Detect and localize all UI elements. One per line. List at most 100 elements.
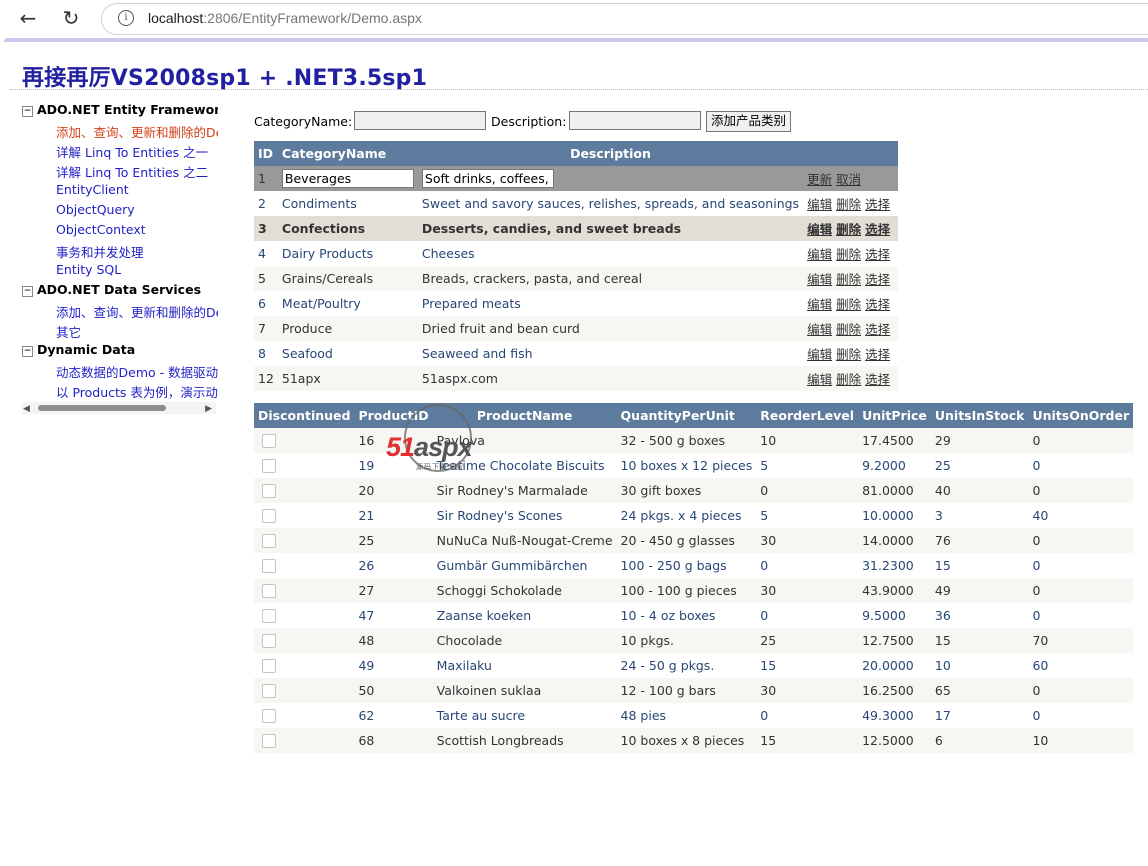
unit-price-cell: 9.2000: [858, 453, 931, 478]
product-id-cell: 19: [354, 453, 433, 478]
products-grid: Discontinued ProductID ProductName Quant…: [254, 403, 1134, 753]
collapse-icon[interactable]: −: [22, 346, 33, 357]
delete-link[interactable]: 删除: [836, 222, 861, 237]
tree-link-services-crud[interactable]: 添加、查询、更新和删除的Demo: [56, 302, 218, 321]
scroll-left-icon[interactable]: ◀: [23, 404, 30, 414]
delete-link[interactable]: 删除: [836, 347, 861, 362]
delete-link[interactable]: 删除: [836, 297, 861, 312]
discontinued-checkbox: [262, 509, 276, 524]
tree-link-linq-2[interactable]: 详解 Linq To Entities 之二: [56, 162, 208, 181]
quantity-per-unit-cell: 30 gift boxes: [616, 478, 757, 503]
delete-link[interactable]: 删除: [836, 197, 861, 212]
category-command-cell: 编辑 删除 选择: [803, 316, 899, 341]
discontinued-cell: [254, 528, 355, 553]
category-description-cell: Dried fruit and bean curd: [417, 316, 804, 341]
update-link[interactable]: 更新: [807, 172, 832, 187]
select-link[interactable]: 选择: [865, 197, 890, 212]
select-link[interactable]: 选择: [865, 247, 890, 262]
units-in-stock-cell: 17: [930, 703, 1029, 728]
tree-link-entityclient[interactable]: EntityClient: [56, 182, 129, 197]
discontinued-checkbox: [262, 684, 276, 699]
tree-link-dynamic-demo[interactable]: 动态数据的Demo - 数据驱动的Web应用程序: [56, 362, 218, 381]
tree-link-transactions[interactable]: 事务和并发处理: [56, 242, 144, 261]
delete-link[interactable]: 删除: [836, 372, 861, 387]
discontinued-cell: [254, 678, 355, 703]
discontinued-checkbox: [262, 434, 276, 449]
edit-link[interactable]: 编辑: [807, 347, 832, 362]
edit-link[interactable]: 编辑: [807, 322, 832, 337]
category-id-cell: 6: [254, 291, 278, 316]
address-bar[interactable]: i localhost:2806/EntityFramework/Demo.as…: [101, 3, 1148, 35]
edit-link[interactable]: 编辑: [807, 197, 832, 212]
category-name-input[interactable]: [354, 111, 486, 130]
reload-icon[interactable]: ↻: [58, 6, 84, 32]
delete-link[interactable]: 删除: [836, 322, 861, 337]
tree-node-dynamic-data[interactable]: − Dynamic Data: [22, 342, 135, 357]
product-id-cell: 27: [354, 578, 433, 603]
title-divider: [10, 89, 1148, 90]
select-link[interactable]: 选择: [865, 297, 890, 312]
discontinued-checkbox: [262, 559, 276, 574]
product-row: 25 NuNuCa Nuß-Nougat-Creme 20 - 450 g glas…: [254, 528, 1134, 553]
tree-link-other[interactable]: 其它: [56, 322, 81, 341]
tree-link-products-demo[interactable]: 以 Products 表为例，演示动态数据: [56, 382, 218, 401]
add-category-button[interactable]: 添加产品类别: [706, 111, 792, 132]
category-id-cell: 8: [254, 341, 278, 366]
column-header-productname: ProductName: [432, 403, 617, 428]
edit-link[interactable]: 编辑: [807, 372, 832, 387]
units-in-stock-cell: 76: [930, 528, 1029, 553]
quantity-per-unit-cell: 10 boxes x 8 pieces: [616, 728, 757, 753]
edit-link[interactable]: 编辑: [807, 247, 832, 262]
back-arrow-icon[interactable]: ←: [15, 6, 41, 32]
delete-link[interactable]: 删除: [836, 247, 861, 262]
product-row: 47 Zaanse koeken 10 - 4 oz boxes 0 9.5000 36 0: [254, 603, 1134, 628]
unit-price-cell: 16.2500: [858, 678, 931, 703]
product-name-cell: Pavlova: [432, 428, 617, 453]
info-icon[interactable]: i: [118, 10, 134, 26]
tree-node-data-services[interactable]: − ADO.NET Data Services: [22, 282, 201, 297]
tree-link-entity-sql[interactable]: Entity SQL: [56, 262, 121, 277]
product-id-cell: 48: [354, 628, 433, 653]
product-id-cell: 16: [354, 428, 433, 453]
url-text[interactable]: localhost:2806/EntityFramework/Demo.aspx: [148, 10, 422, 26]
tree-node-label: ADO.NET Data Services: [37, 282, 202, 297]
select-link[interactable]: 选择: [865, 347, 890, 362]
quantity-per-unit-cell: 10 - 4 oz boxes: [616, 603, 757, 628]
select-link[interactable]: 选择: [865, 272, 890, 287]
delete-link[interactable]: 删除: [836, 272, 861, 287]
column-header-reorderlevel: ReorderLevel: [756, 403, 859, 428]
cancel-link[interactable]: 取消: [836, 172, 861, 187]
tree-link-linq-1[interactable]: 详解 Linq To Entities 之一: [56, 142, 208, 161]
tree-link-objectcontext[interactable]: ObjectContext: [56, 222, 146, 237]
edit-link[interactable]: 编辑: [807, 272, 832, 287]
edit-category-name-input[interactable]: Beverages: [281, 169, 414, 188]
reorder-level-cell: 0: [756, 703, 859, 728]
quantity-per-unit-cell: 10 pkgs.: [616, 628, 757, 653]
category-command-cell: 编辑 删除 选择: [803, 291, 899, 316]
product-row: 62 Tarte au sucre 48 pies 0 49.3000 17 0: [254, 703, 1134, 728]
product-row: 16 Pavlova 32 - 500 g boxes 10 17.4500 29 0: [254, 428, 1134, 453]
collapse-icon[interactable]: −: [22, 106, 33, 117]
category-name-cell: Produce: [277, 316, 418, 341]
tree-horizontal-scrollbar[interactable]: ◀ ▶: [22, 402, 216, 414]
tree-view: −ADO.NET Entity Framework 添加、查询、更新和删除的De…: [22, 102, 218, 402]
scroll-right-icon[interactable]: ▶: [205, 404, 212, 414]
select-link[interactable]: 选择: [865, 372, 890, 387]
product-row: 20 Sir Rodney's Marmalade 30 gift boxes 0 81…: [254, 478, 1134, 503]
discontinued-cell: [254, 653, 355, 678]
tree-node-entity-framework[interactable]: − ADO.NET Entity Framework: [22, 102, 218, 117]
edit-description-input[interactable]: Soft drinks, coffees, tea: [421, 169, 554, 188]
scrollbar-thumb[interactable]: [38, 405, 166, 411]
tree-link-crud-demo[interactable]: 添加、查询、更新和删除的Demo: [56, 122, 218, 141]
collapse-icon[interactable]: −: [22, 286, 33, 297]
product-id-cell: 21: [354, 503, 433, 528]
edit-link[interactable]: 编辑: [807, 222, 832, 237]
product-name-cell: Chocolade: [432, 628, 617, 653]
discontinued-cell: [254, 703, 355, 728]
select-link[interactable]: 选择: [865, 322, 890, 337]
tree-link-objectquery[interactable]: ObjectQuery: [56, 202, 135, 217]
category-description-cell: Breads, crackers, pasta, and cereal: [417, 266, 804, 291]
edit-link[interactable]: 编辑: [807, 297, 832, 312]
select-link[interactable]: 选择: [865, 222, 890, 237]
description-input[interactable]: [569, 111, 701, 130]
